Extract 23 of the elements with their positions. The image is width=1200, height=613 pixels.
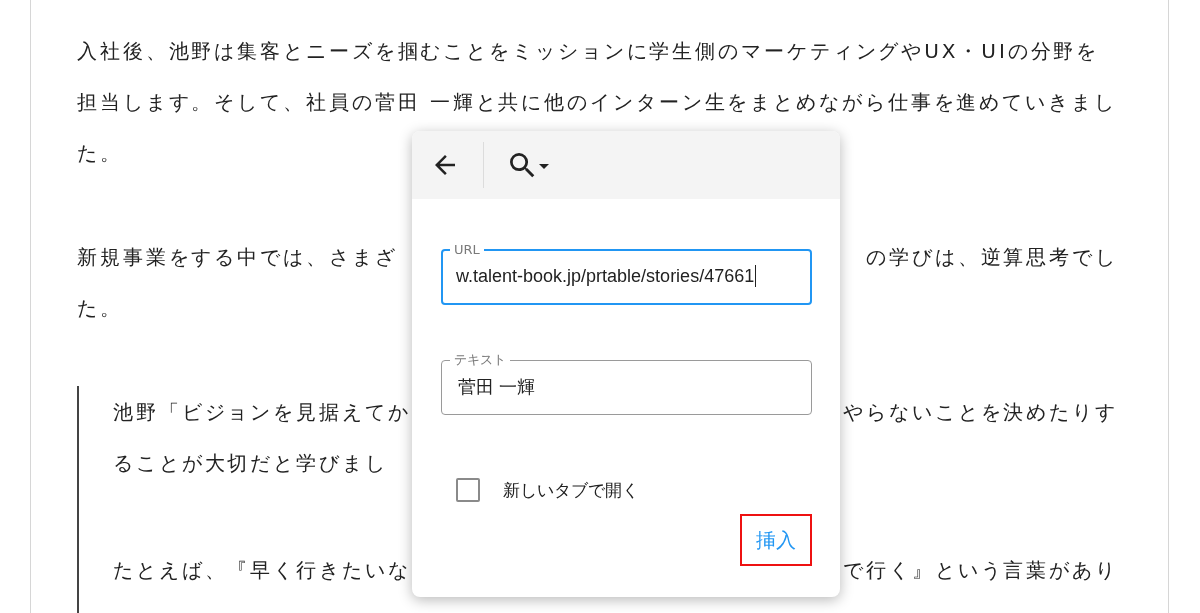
quote-text: ることが大切だと学びまし [113,449,388,477]
field-value: 菅田 一輝 [458,376,535,399]
text-input[interactable]: URL w.talent-book.jp/prtable/stories/47661 [441,242,812,305]
caret-icon [539,163,549,169]
quote-text: やらないことを決めたりす [843,398,1118,426]
checkbox-label[interactable]: 新しいタブで開く [503,478,639,502]
body-text: の学びは、逆算思考でし [866,243,1118,271]
field-label: URL [453,242,481,258]
body-text: た。 [77,139,123,167]
quote-text: 池野「ビジョンを見据えてか [113,398,411,426]
body-text: た。 [77,294,123,322]
text-cursor-icon [755,265,757,287]
field-value: w.talent-book.jp/prtable/stories/47661 [456,265,755,287]
field-label: テキスト [453,352,507,368]
search-icon [510,152,535,178]
quote-text: たとえば、『早く行きたいな [113,556,411,584]
back-arrow-icon [435,155,455,175]
body-text: 入社後、池野は集客とニーズを掴むことをミッションに学生側のマーケティングやUX・UIの分野を [77,37,1100,65]
body-text: 新規事業をする中では、さまざ [77,243,398,271]
checkbox[interactable] [456,478,480,502]
quote-text: で行く』という言葉があり [843,556,1118,584]
text-input[interactable]: テキスト 菅田 一輝 [441,352,812,415]
body-text: 担当します。そして、社員の菅田 一輝と共に他のインターン生をまとめながら仕事を進めていきまし [77,88,1117,116]
